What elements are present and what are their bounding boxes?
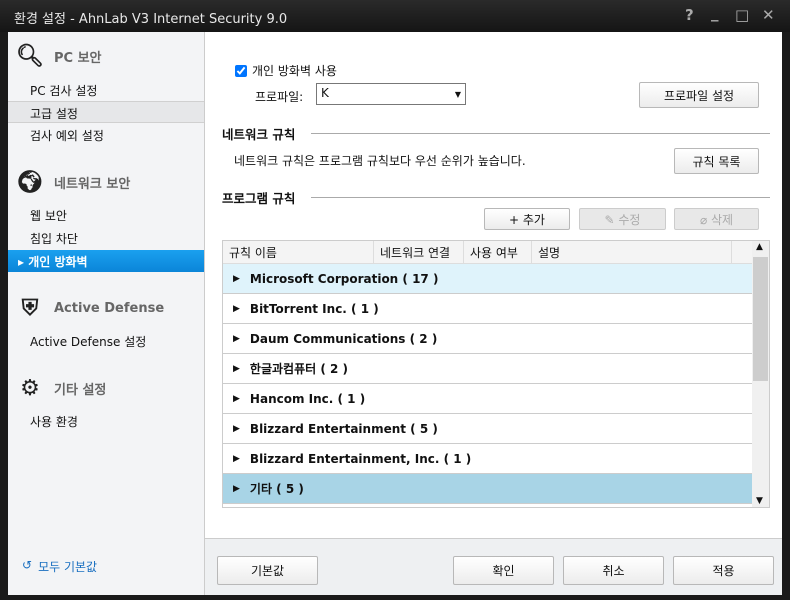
sidebar-item-pc-scan[interactable]: PC 검사 설정	[8, 79, 204, 101]
expand-arrow-icon[interactable]: ▶	[233, 274, 240, 284]
reset-icon: ↺	[22, 558, 33, 572]
expand-arrow-icon[interactable]: ▶	[233, 394, 240, 404]
enable-firewall-checkbox[interactable]	[235, 64, 247, 77]
column-header[interactable]: 설명	[532, 241, 732, 263]
row-label: BitTorrent Inc. ( 1 )	[249, 301, 379, 316]
table-row[interactable]: ▶ Hancom Inc. ( 1 )	[223, 384, 753, 414]
footer-bar: 기본값 확인 취소 적용	[205, 538, 782, 595]
title-bar: 환경 설정 - AhnLab V3 Internet Security 9.0	[0, 0, 790, 32]
row-label: 기타 ( 5 )	[249, 482, 304, 496]
shield-check-icon: ⛨	[21, 295, 39, 321]
sidebar-item-advanced[interactable]: 고급 설정	[8, 101, 204, 123]
scroll-thumb[interactable]	[753, 257, 768, 381]
column-header[interactable]: 네트워크 연결	[374, 241, 464, 263]
scrollbar[interactable]: ▲ ▼	[752, 241, 769, 507]
table-row[interactable]: ▶ Blizzard Entertainment ( 5 )	[223, 414, 753, 444]
window-title: 환경 설정 - AhnLab V3 Internet Security 9.0	[14, 12, 288, 27]
reset-all-link[interactable]: ↺ 모두 기본값	[22, 558, 97, 575]
cancel-button[interactable]: 취소	[563, 556, 664, 585]
table-header: 규칙 이름 네트워크 연결 사용 여부 설명	[223, 241, 769, 264]
add-rule-button[interactable]: + 추가	[484, 208, 570, 230]
table-row[interactable]: ▶ Microsoft Corporation ( 17 )	[223, 264, 753, 294]
gear-icon: ⚙	[20, 375, 40, 401]
row-label: Blizzard Entertainment, Inc. ( 1 )	[249, 451, 472, 466]
profile-select[interactable]: K ▼	[316, 83, 466, 105]
sidebar-item-scan-exceptions[interactable]: 검사 예외 설정	[8, 124, 204, 146]
ok-button[interactable]: 확인	[453, 556, 554, 585]
table-row[interactable]: ▶ BitTorrent Inc. ( 1 )	[223, 294, 753, 324]
sidebar-item-firewall[interactable]: ▸ 개인 방화벽	[8, 250, 204, 272]
row-label: Daum Communications ( 2 )	[249, 331, 438, 346]
sidebar: 🔍︎ PC 보안 PC 검사 설정 고급 설정 검사 예외 설정 🌍︎ 네트워크 보…	[8, 32, 205, 595]
network-rules-heading: 네트워크 규칙	[222, 124, 770, 143]
sidebar-item-intrusion[interactable]: 침입 차단	[8, 227, 204, 249]
row-label: Blizzard Entertainment ( 5 )	[249, 421, 438, 436]
row-label: 한글과컴퓨터 ( 2 )	[249, 362, 349, 376]
scroll-up-icon[interactable]: ▲	[756, 242, 763, 252]
close-button[interactable]: ✕	[762, 6, 775, 24]
apply-button[interactable]: 적용	[673, 556, 774, 585]
delete-rule-button[interactable]: ⌀ 삭제	[674, 208, 759, 230]
column-header[interactable]: 사용 여부	[464, 241, 532, 263]
default-button[interactable]: 기본값	[217, 556, 318, 585]
edit-rule-button[interactable]: ✎ 수정	[579, 208, 666, 230]
group-pc-security: 🔍︎ PC 보안	[16, 43, 102, 69]
dropdown-arrow-icon: ▼	[454, 90, 461, 99]
row-label: Microsoft Corporation ( 17 )	[249, 271, 439, 286]
help-button[interactable]: ?	[685, 6, 694, 24]
globe-icon: 🌍︎	[16, 169, 44, 195]
magnifier-icon: 🔍︎	[16, 43, 44, 69]
scroll-down-icon[interactable]: ▼	[756, 496, 763, 506]
rule-list-button[interactable]: 규칙 목록	[674, 148, 759, 174]
program-rules-heading: 프로그램 규칙	[222, 188, 770, 207]
expand-arrow-icon[interactable]: ▶	[233, 334, 240, 344]
expand-arrow-icon[interactable]: ▶	[233, 424, 240, 434]
sidebar-item-active-defense[interactable]: Active Defense 설정	[8, 330, 204, 352]
sidebar-item-environment[interactable]: 사용 환경	[8, 410, 204, 432]
table-row[interactable]: ▶ 한글과컴퓨터 ( 2 )	[223, 354, 753, 384]
profile-settings-button[interactable]: 프로파일 설정	[639, 82, 759, 108]
group-network-security: 🌍︎ 네트워크 보안	[16, 169, 131, 195]
row-label: Hancom Inc. ( 1 )	[249, 391, 366, 406]
expand-arrow-icon[interactable]: ▶	[233, 454, 240, 464]
profile-label: 프로파일:	[255, 90, 304, 104]
expand-arrow-icon[interactable]: ▶	[233, 304, 240, 314]
program-rules-table: 규칙 이름 네트워크 연결 사용 여부 설명 ▶ Microsoft Corpor…	[222, 240, 770, 508]
table-row[interactable]: ▶ 기타 ( 5 )	[223, 474, 753, 504]
group-active-defense: ⛨ Active Defense	[16, 294, 164, 322]
column-header[interactable]: 규칙 이름	[223, 241, 374, 263]
minimize-button[interactable]: _	[711, 4, 719, 22]
sidebar-item-web[interactable]: 웹 보안	[8, 204, 204, 226]
group-other: ⚙ 기타 설정	[16, 374, 106, 402]
main-panel: 개인 방화벽 사용 프로파일: K ▼ 프로파일 설정 네트워크 규칙 네트워크 …	[205, 32, 782, 538]
table-row[interactable]: ▶ Daum Communications ( 2 )	[223, 324, 753, 354]
enable-firewall-label: 개인 방화벽 사용	[252, 64, 337, 78]
expand-arrow-icon[interactable]: ▶	[233, 364, 240, 374]
table-row[interactable]: ▶ Blizzard Entertainment, Inc. ( 1 )	[223, 444, 753, 474]
expand-arrow-icon[interactable]: ▶	[233, 484, 240, 494]
network-rules-description: 네트워크 규칙은 프로그램 규칙보다 우선 순위가 높습니다.	[234, 154, 526, 168]
maximize-button[interactable]: □	[735, 6, 749, 24]
